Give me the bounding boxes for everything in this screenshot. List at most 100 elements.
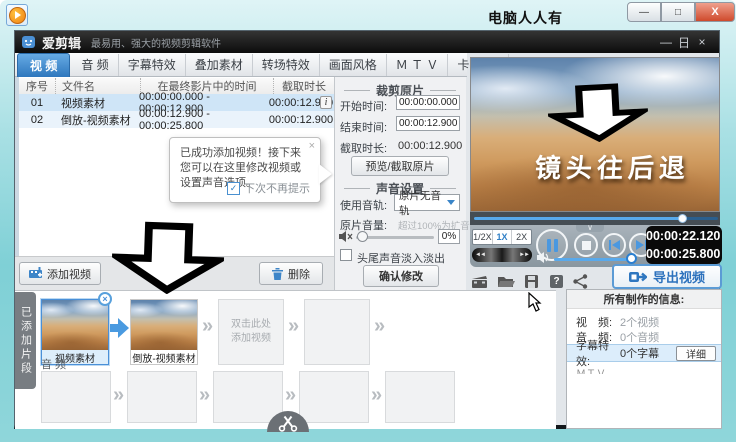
clapper-icon[interactable] xyxy=(472,275,489,289)
preview-caption: 镜头往后退 xyxy=(534,153,691,183)
tab-video[interactable]: 视 频 xyxy=(17,52,71,78)
tab-audio[interactable]: 音 频 xyxy=(72,54,117,76)
seek-progress xyxy=(474,217,682,220)
volume-slider-knob[interactable] xyxy=(357,231,368,242)
clip-thumbnail xyxy=(42,300,108,350)
info-row-video: 视 频: 2个视频 xyxy=(576,316,660,329)
seek-handle[interactable] xyxy=(678,214,687,223)
trash-icon xyxy=(272,267,283,280)
tab-subtitle-fx[interactable]: 字幕特效 xyxy=(117,53,185,76)
fade-label: 头尾声音淡入淡出 xyxy=(357,253,445,265)
tooltip-tail xyxy=(319,164,332,184)
empty-video-slot[interactable]: 双击此处 添加视频 xyxy=(218,299,284,365)
tab-overlay[interactable]: 叠加素材 xyxy=(184,53,252,76)
speaker-icon xyxy=(537,252,549,263)
remove-clip-icon[interactable]: × xyxy=(98,292,112,306)
info-title: 所有制作的信息: xyxy=(567,290,721,309)
cut-duration-value: 00:00:12.900 xyxy=(398,140,463,152)
play-icon xyxy=(8,6,26,24)
audio-track-label: 音 频 xyxy=(41,359,67,371)
film-plus-icon xyxy=(29,267,42,278)
clip-info-icon[interactable]: i xyxy=(320,96,332,109)
mouse-cursor xyxy=(528,292,542,312)
empty-audio-slot[interactable] xyxy=(41,371,111,423)
end-time-input[interactable] xyxy=(396,116,460,131)
detail-button[interactable]: 详细 xyxy=(676,346,716,361)
added-clips-tab[interactable]: 已添加片段 xyxy=(15,292,36,389)
info-row-subtitles[interactable]: 字幕特效: 0个字幕 详细 xyxy=(567,340,721,368)
seek-remaining xyxy=(684,217,718,220)
start-time-input[interactable] xyxy=(396,95,460,110)
delete-button[interactable]: 删除 xyxy=(259,262,323,285)
chevron-icon: » xyxy=(285,384,297,406)
col-duration: 截取时长 xyxy=(282,81,326,93)
outer-maximize-button[interactable]: □ xyxy=(661,2,695,22)
chevron-icon: » xyxy=(371,384,383,406)
export-video-button[interactable]: 导出视频 xyxy=(612,264,722,289)
speed-half-button[interactable]: 1/2X xyxy=(473,230,492,244)
close-icon[interactable]: × xyxy=(309,140,315,152)
dont-remind-checkbox[interactable]: ✓ xyxy=(227,181,240,195)
clip-order-arrow-icon xyxy=(110,318,129,338)
tutorial-arrow-preview xyxy=(546,83,650,143)
chevron-down-icon xyxy=(447,200,455,205)
export-icon xyxy=(628,271,647,282)
open-folder-icon[interactable] xyxy=(498,275,515,288)
app-maximize-button[interactable]: 日 xyxy=(675,34,693,51)
empty-audio-slot[interactable] xyxy=(127,371,197,423)
app-close-button[interactable]: × xyxy=(693,35,711,49)
scissors-icon xyxy=(278,415,298,432)
app-logo-icon xyxy=(22,36,35,48)
time-total: 00:00:25.800 xyxy=(646,247,721,261)
clip-thumbnail xyxy=(131,300,197,350)
outer-minimize-button[interactable]: — xyxy=(627,2,661,22)
jog-wheel[interactable]: ◄◄ ►► xyxy=(472,248,532,262)
stop-button[interactable] xyxy=(574,233,598,257)
main-tab-bar: 视 频 音 频 字幕特效 叠加素材 转场特效 画面风格 Ｍ Ｔ Ｖ 卡拉OK 升… xyxy=(15,52,578,78)
tab-style[interactable]: 画面风格 xyxy=(318,53,386,76)
player-volume-knob[interactable] xyxy=(626,253,637,264)
chevron-icon: » xyxy=(113,384,125,406)
audio-track-select[interactable]: 原片无音轨 xyxy=(394,190,460,217)
empty-audio-slot[interactable] xyxy=(385,371,455,423)
outer-window-controls: — □ X xyxy=(627,2,735,22)
tab-mtv[interactable]: Ｍ Ｔ Ｖ xyxy=(385,53,448,76)
outer-window-title: 电脑人人有 xyxy=(488,10,563,26)
timeline-clip-2[interactable]: 倒放-视频素材 xyxy=(130,299,198,365)
col-name: 文件名 xyxy=(56,78,141,94)
speed-1x-button[interactable]: 1X xyxy=(491,230,512,244)
help-icon[interactable]: ? xyxy=(550,275,563,288)
fade-checkbox[interactable] xyxy=(340,249,352,261)
chevron-icon: » xyxy=(202,315,214,337)
time-display: 00:00:22.120 00:00:25.800 xyxy=(646,226,722,264)
confirm-button[interactable]: 确认修改 xyxy=(363,265,439,287)
empty-video-slot[interactable] xyxy=(304,299,370,365)
clip-label: 倒放-视频素材 xyxy=(131,350,197,365)
speed-2x-button[interactable]: 2X xyxy=(511,230,531,244)
player-volume-track[interactable] xyxy=(554,258,630,261)
save-icon[interactable] xyxy=(525,275,538,288)
production-info-panel: 所有制作的信息: 视 频: 2个视频 音 频: 0个音频 字幕特效: 0个字幕 … xyxy=(566,289,722,429)
tab-transition[interactable]: 转场特效 xyxy=(251,53,319,76)
app-minimize-button[interactable]: — xyxy=(657,35,675,49)
share-icon[interactable] xyxy=(573,274,588,289)
table-row[interactable]: 02 倒放-视频素材 00:00:12.900 - 00:00:25.800 0… xyxy=(19,108,334,132)
col-no: 序号 xyxy=(19,78,56,94)
cut-duration-label: 截取时长: xyxy=(340,143,388,155)
added-video-tooltip: × 已成功添加视频！接下来您可以在这里修改视频或设置声音选项。 ✓ 下次不再提示 xyxy=(169,137,332,203)
app-title: 爱剪辑 xyxy=(42,35,82,51)
volume-percent-input[interactable] xyxy=(438,229,460,244)
outer-close-button[interactable]: X xyxy=(695,2,735,22)
time-current: 00:00:22.120 xyxy=(646,229,721,243)
dont-remind-label: 下次不再提示 xyxy=(244,183,310,195)
scissors-button[interactable] xyxy=(267,411,309,432)
speed-buttons: 1/2X 1X 2X xyxy=(472,229,532,245)
add-video-button[interactable]: 添加视频 xyxy=(19,262,101,285)
preview-cut-button[interactable]: 预览/截取原片 xyxy=(351,156,449,176)
scissors-button-wrap xyxy=(267,411,309,432)
empty-audio-slot[interactable] xyxy=(299,371,369,423)
prev-frame-button[interactable] xyxy=(602,233,626,257)
player-collapse-tab[interactable]: ∨ xyxy=(576,224,604,232)
chevron-icon: » xyxy=(374,315,386,337)
outer-app-icon[interactable] xyxy=(6,4,28,26)
